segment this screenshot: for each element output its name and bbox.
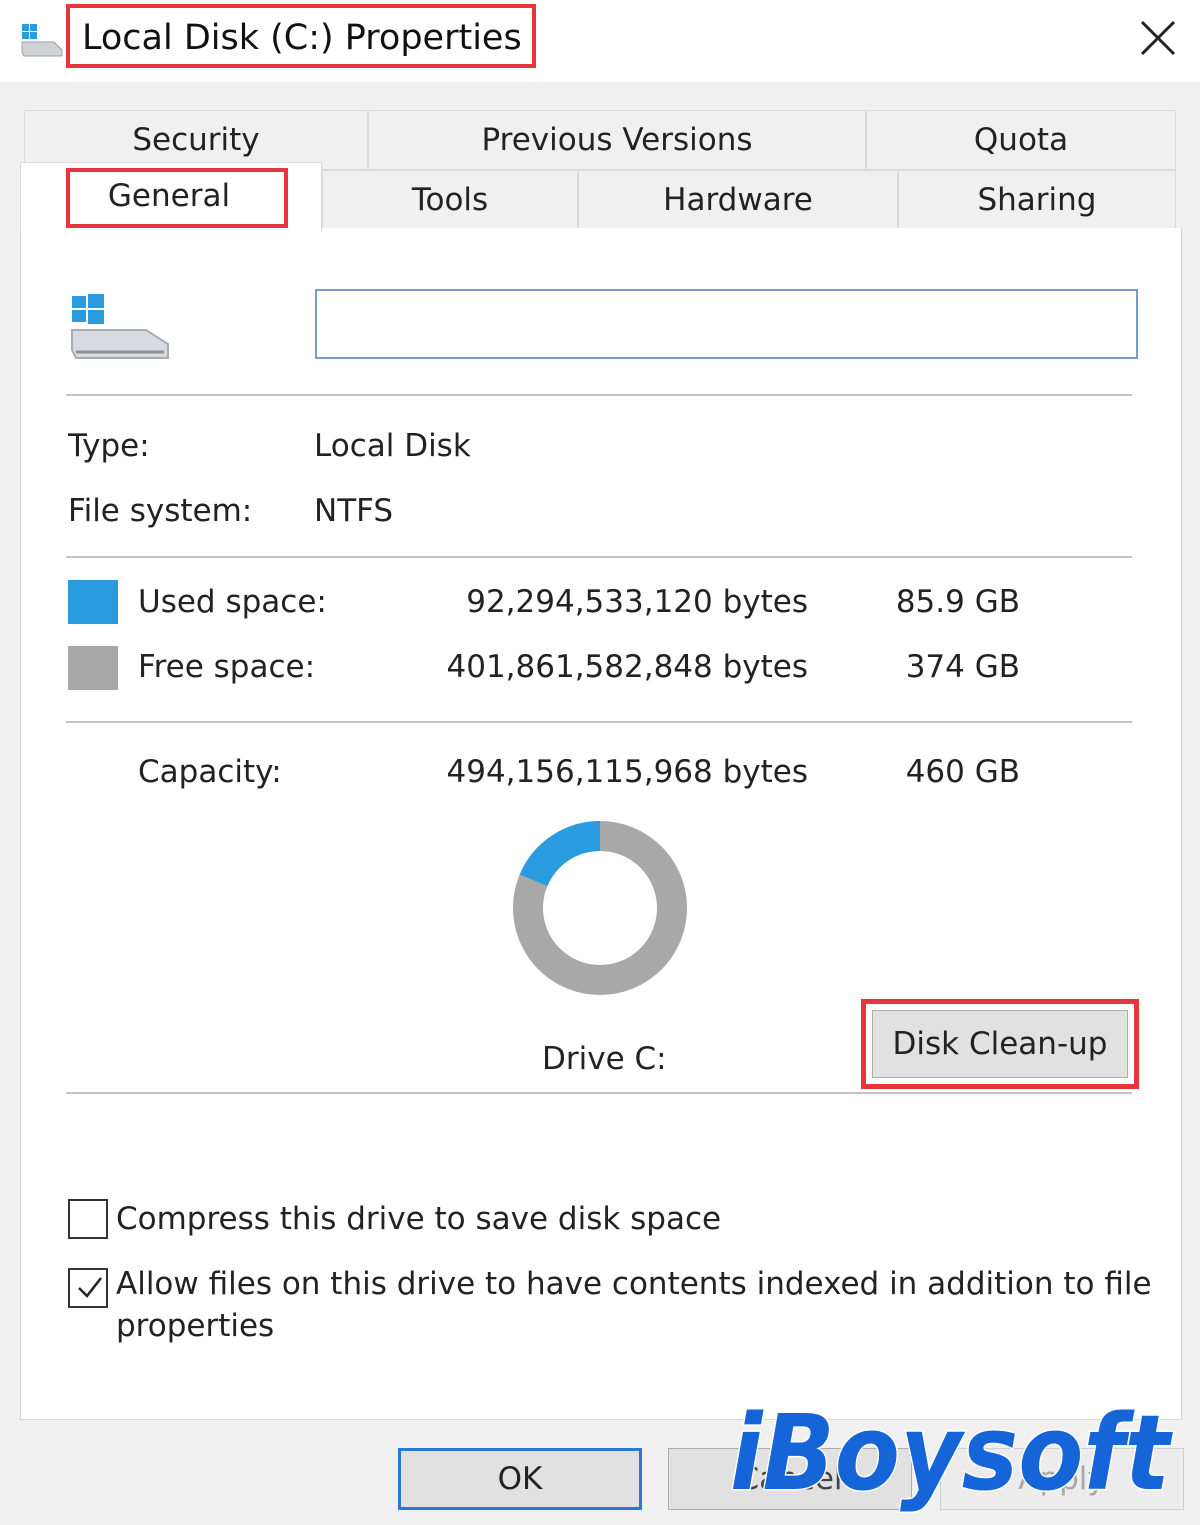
capacity-bytes: 494,156,115,968 bytes xyxy=(446,754,809,790)
tab-general[interactable]: General xyxy=(20,162,322,232)
iboysoft-watermark-logo: iBoysoft xyxy=(729,1391,1175,1516)
windows-drive-icon xyxy=(71,294,169,359)
disk-cleanup-label: Disk Clean-up xyxy=(892,1026,1108,1062)
file-system-label: File system: xyxy=(68,493,253,529)
tab-label: Previous Versions xyxy=(481,122,753,158)
tab-label: Tools xyxy=(411,182,489,218)
free-space-swatch xyxy=(68,646,118,690)
tab-hardware[interactable]: Hardware xyxy=(578,170,898,230)
ok-label: OK xyxy=(497,1461,543,1497)
separator xyxy=(66,556,1132,558)
tab-quota[interactable]: Quota xyxy=(866,110,1176,170)
free-space-bytes: 401,861,582,848 bytes xyxy=(446,649,809,685)
index-label-line2: properties xyxy=(116,1308,275,1344)
tab-label: Sharing xyxy=(977,182,1097,218)
checkmark-icon xyxy=(78,1277,102,1298)
title-bar: Local Disk (C:) Properties xyxy=(0,0,1200,82)
compress-label: Compress this drive to save disk space xyxy=(116,1201,722,1237)
title-highlight-box xyxy=(66,4,536,68)
close-icon[interactable] xyxy=(1130,10,1186,66)
tab-label: Hardware xyxy=(663,182,813,218)
separator xyxy=(66,1092,1132,1094)
separator xyxy=(66,721,1132,723)
capacity-size: 460 GB xyxy=(905,754,1020,790)
type-label: Type: xyxy=(68,428,150,464)
index-label-line1: Allow files on this drive to have conten… xyxy=(116,1266,1152,1302)
tab-label: Security xyxy=(132,122,260,158)
used-space-swatch xyxy=(68,580,118,624)
compress-checkbox[interactable] xyxy=(68,1199,108,1239)
ok-button[interactable]: OK xyxy=(398,1448,642,1510)
used-space-bytes: 92,294,533,120 bytes xyxy=(466,584,808,620)
used-space-size: 85.9 GB xyxy=(895,584,1020,620)
file-system-value: NTFS xyxy=(314,493,394,529)
tab-security[interactable]: Security xyxy=(24,110,368,170)
disk-cleanup-button[interactable]: Disk Clean-up xyxy=(872,1010,1128,1078)
index-checkbox[interactable] xyxy=(68,1268,108,1308)
free-space-label: Free space: xyxy=(138,649,316,685)
drive-name-input[interactable] xyxy=(315,289,1138,359)
tab-label: Quota xyxy=(973,122,1069,158)
drive-icon xyxy=(21,24,63,57)
disk-usage-donut xyxy=(513,821,687,995)
used-space-label: Used space: xyxy=(138,584,327,620)
capacity-label: Capacity: xyxy=(138,754,282,790)
tab-previous-versions[interactable]: Previous Versions xyxy=(368,110,866,170)
tab-label: General xyxy=(107,177,231,214)
tab-tools[interactable]: Tools xyxy=(322,170,578,230)
tab-sharing[interactable]: Sharing xyxy=(898,170,1176,230)
svg-text:iBoysoft: iBoysoft xyxy=(730,1392,1173,1514)
type-value: Local Disk xyxy=(314,428,471,464)
used-space-arc xyxy=(519,821,601,887)
separator xyxy=(66,394,1132,396)
free-space-size: 374 GB xyxy=(905,649,1020,685)
drive-label: Drive C: xyxy=(542,1041,667,1077)
